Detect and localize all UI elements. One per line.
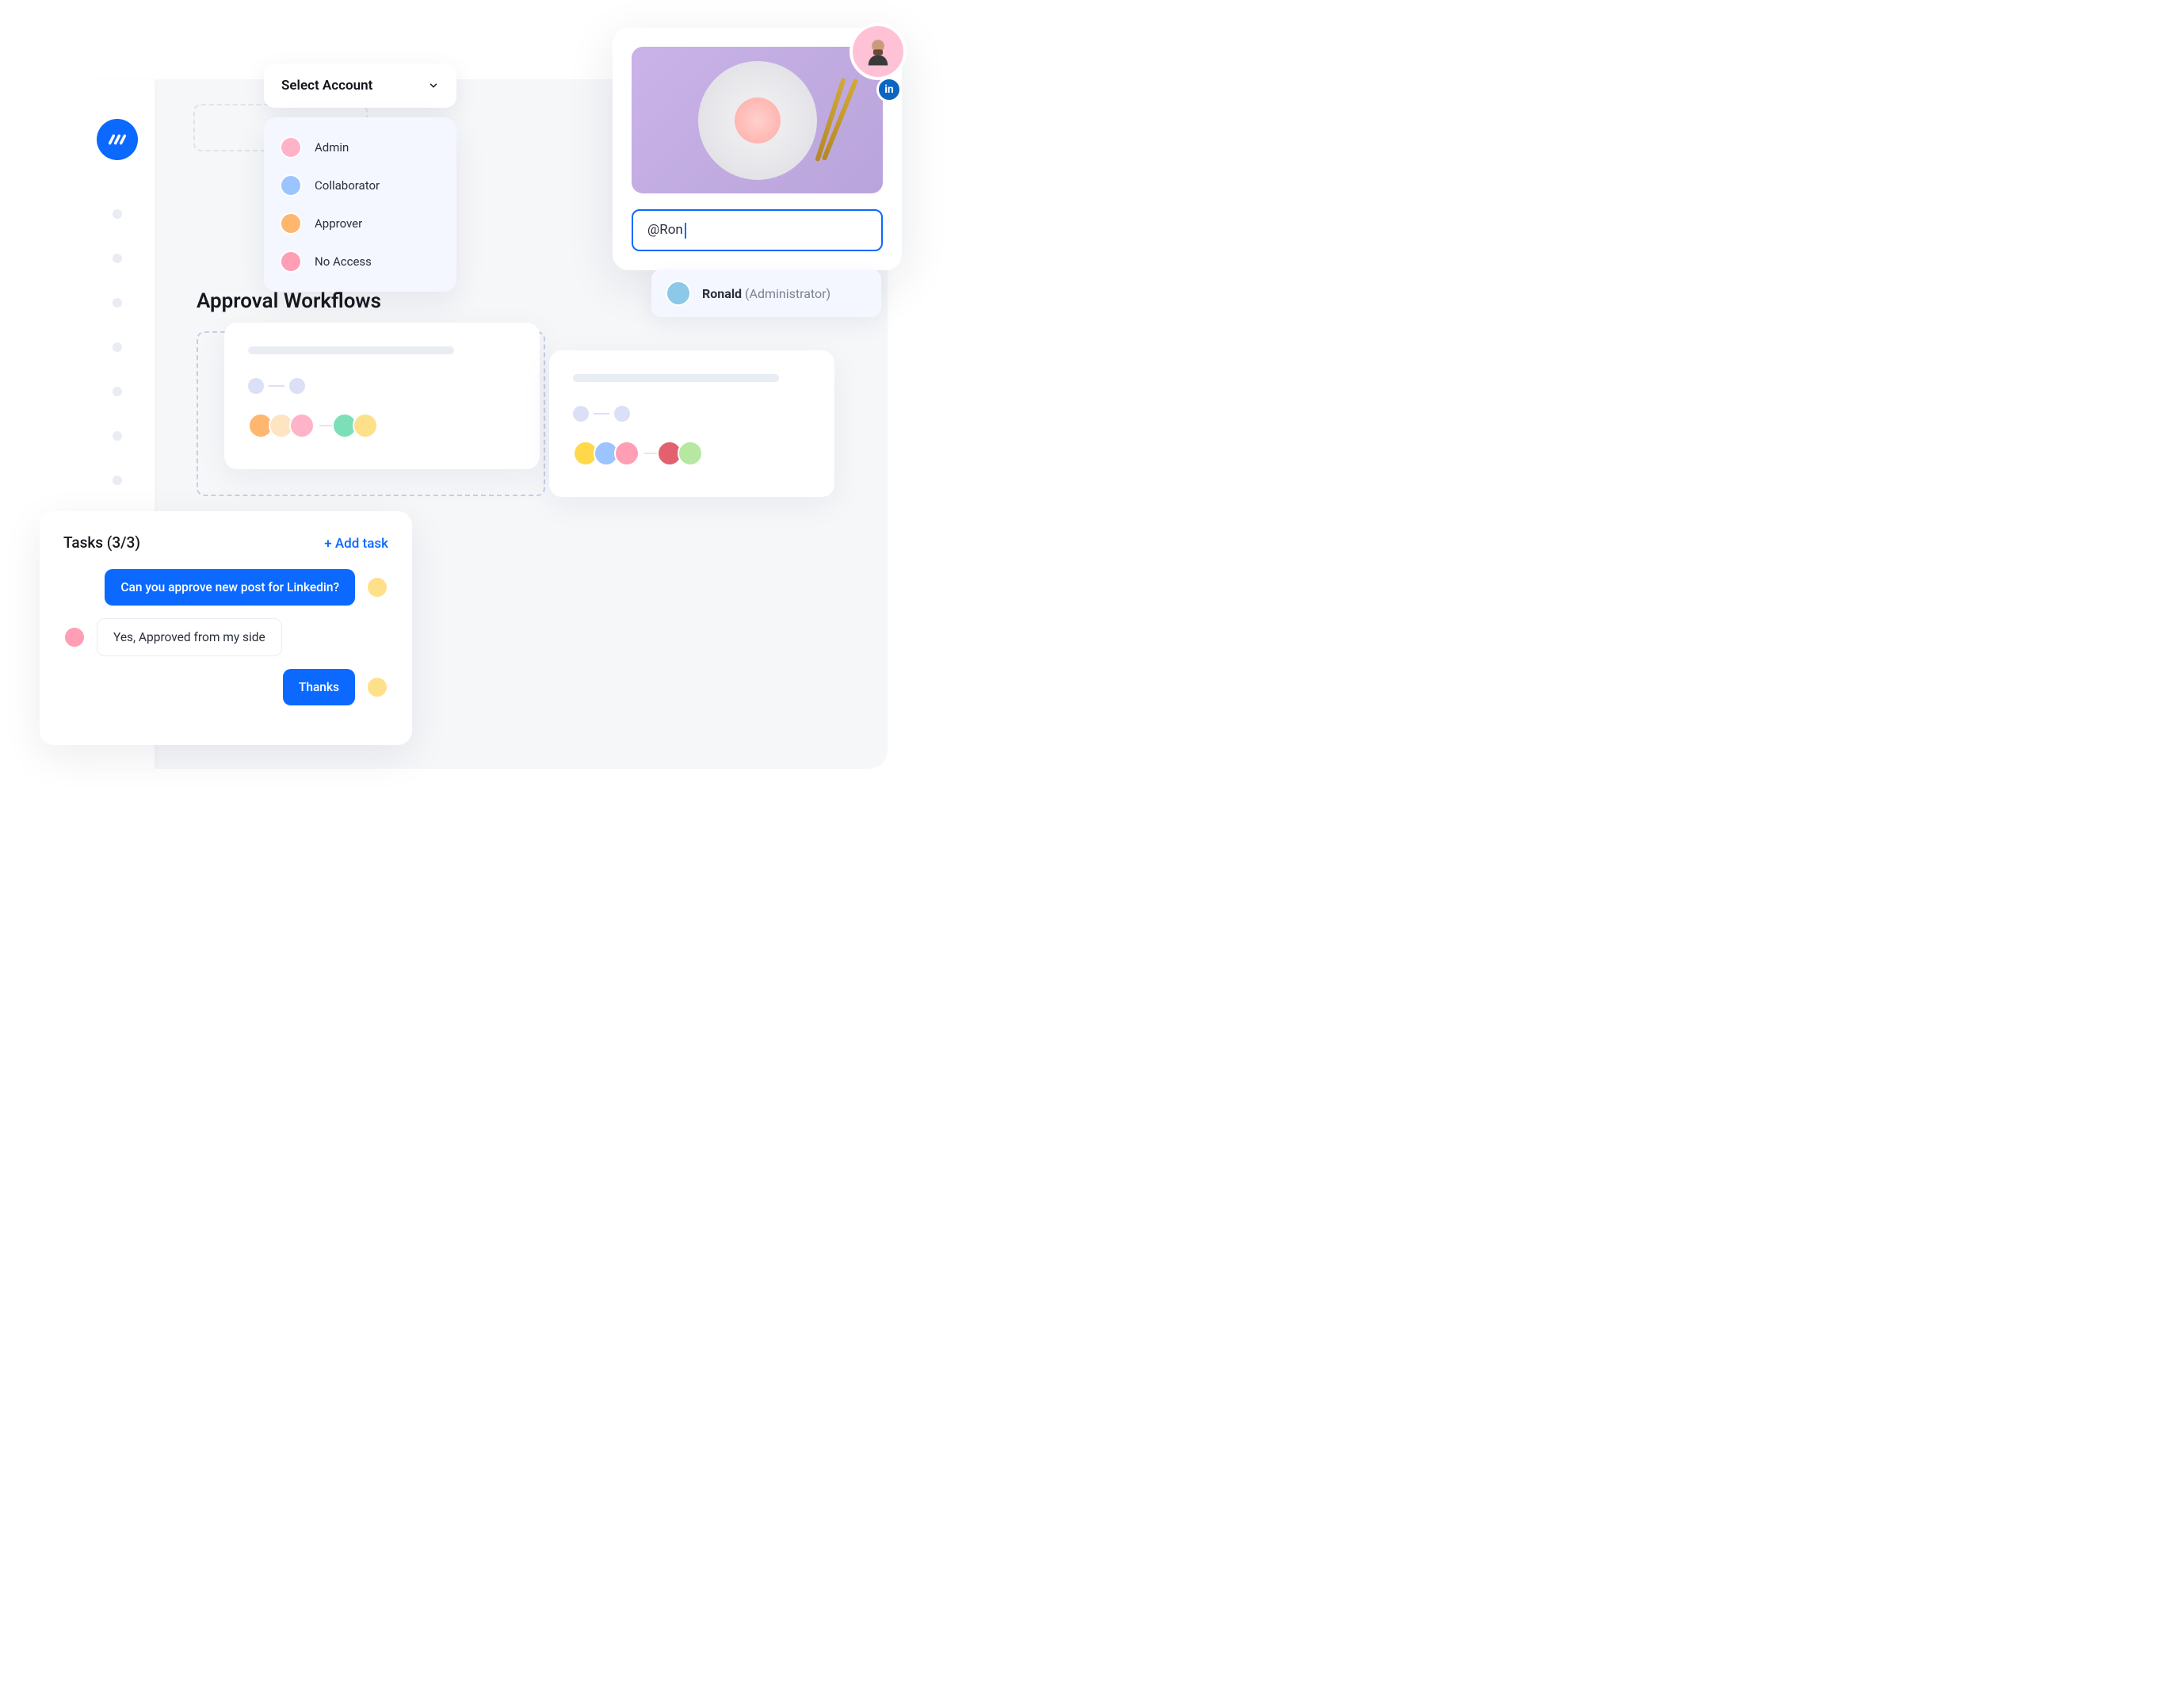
account-option-collaborator[interactable]: Collaborator [280, 166, 441, 204]
account-option-approver[interactable]: Approver [280, 204, 441, 243]
person-icon [861, 35, 895, 68]
placeholder-bar [573, 374, 779, 382]
nav-item[interactable] [113, 298, 122, 308]
avatar [366, 576, 388, 598]
placeholder-bar [248, 346, 454, 354]
suggestion-text: Ronald (Administrator) [702, 286, 830, 301]
account-option-noaccess[interactable]: No Access [280, 243, 441, 281]
suggestion-name: Ronald [702, 286, 742, 301]
select-account: Select Account Admin Collaborator Approv… [264, 63, 456, 292]
text-cursor [685, 223, 686, 239]
step-dot [614, 406, 630, 422]
avatar [366, 676, 388, 698]
workflow-steps [573, 406, 811, 422]
nav-item[interactable] [113, 476, 122, 485]
message-bubble: Thanks [283, 669, 355, 705]
avatar [280, 136, 302, 159]
step-connector [594, 413, 609, 415]
nav-item[interactable] [113, 387, 122, 396]
step-dot [573, 406, 589, 422]
add-task-button[interactable]: + Add task [324, 536, 388, 552]
message-bubble: Can you approve new post for Linkedin? [105, 569, 355, 606]
select-account-dropdown: Admin Collaborator Approver No Access [264, 117, 456, 292]
app-logo[interactable] [97, 119, 138, 160]
tasks-card: Tasks (3/3) + Add task Can you approve n… [40, 511, 412, 745]
mention-input[interactable]: @Ron [632, 209, 883, 251]
step-dot [248, 378, 264, 394]
task-message-row: Thanks [63, 669, 388, 705]
option-label: No Access [315, 254, 372, 269]
nav-item[interactable] [113, 254, 122, 263]
approver-avatars [573, 441, 811, 466]
plate-graphic [698, 61, 817, 180]
nav-item[interactable] [113, 342, 122, 352]
chevron-down-icon [428, 80, 439, 91]
approver-avatars [248, 413, 516, 438]
post-image [632, 47, 883, 193]
workflows-heading: Approval Workflows [197, 289, 381, 313]
select-account-label: Select Account [281, 78, 372, 94]
tasks-title: Tasks (3/3) [63, 533, 140, 552]
workflow-steps [248, 378, 516, 394]
logo-icon [106, 128, 128, 151]
option-label: Admin [315, 140, 349, 155]
author-avatar [850, 23, 907, 80]
mention-suggestion[interactable]: Ronald (Administrator) [651, 269, 881, 317]
post-preview-card: @Ron in [613, 28, 902, 270]
step-connector [269, 385, 284, 387]
linkedin-icon: in [876, 77, 902, 102]
suggestion-role: (Administrator) [745, 286, 830, 301]
select-account-trigger[interactable]: Select Account [264, 63, 456, 108]
option-label: Collaborator [315, 178, 380, 193]
avatar [678, 441, 703, 466]
workflow-card[interactable] [224, 323, 540, 469]
option-label: Approver [315, 216, 362, 231]
workflow-card[interactable] [549, 350, 834, 497]
avatar [280, 212, 302, 235]
avatar [280, 250, 302, 273]
avatar [666, 281, 691, 306]
account-option-admin[interactable]: Admin [280, 128, 441, 166]
message-bubble: Yes, Approved from my side [97, 618, 282, 656]
nav-item[interactable] [113, 431, 122, 441]
avatar [63, 626, 86, 648]
avatar [280, 174, 302, 197]
avatar [614, 441, 640, 466]
tasks-header: Tasks (3/3) + Add task [63, 533, 388, 552]
mention-value: @Ron [647, 222, 683, 238]
avatar [289, 413, 315, 438]
task-message-row: Yes, Approved from my side [63, 618, 388, 656]
avatar [353, 413, 378, 438]
nav-item[interactable] [113, 209, 122, 219]
step-dot [289, 378, 305, 394]
task-message-row: Can you approve new post for Linkedin? [63, 569, 388, 606]
